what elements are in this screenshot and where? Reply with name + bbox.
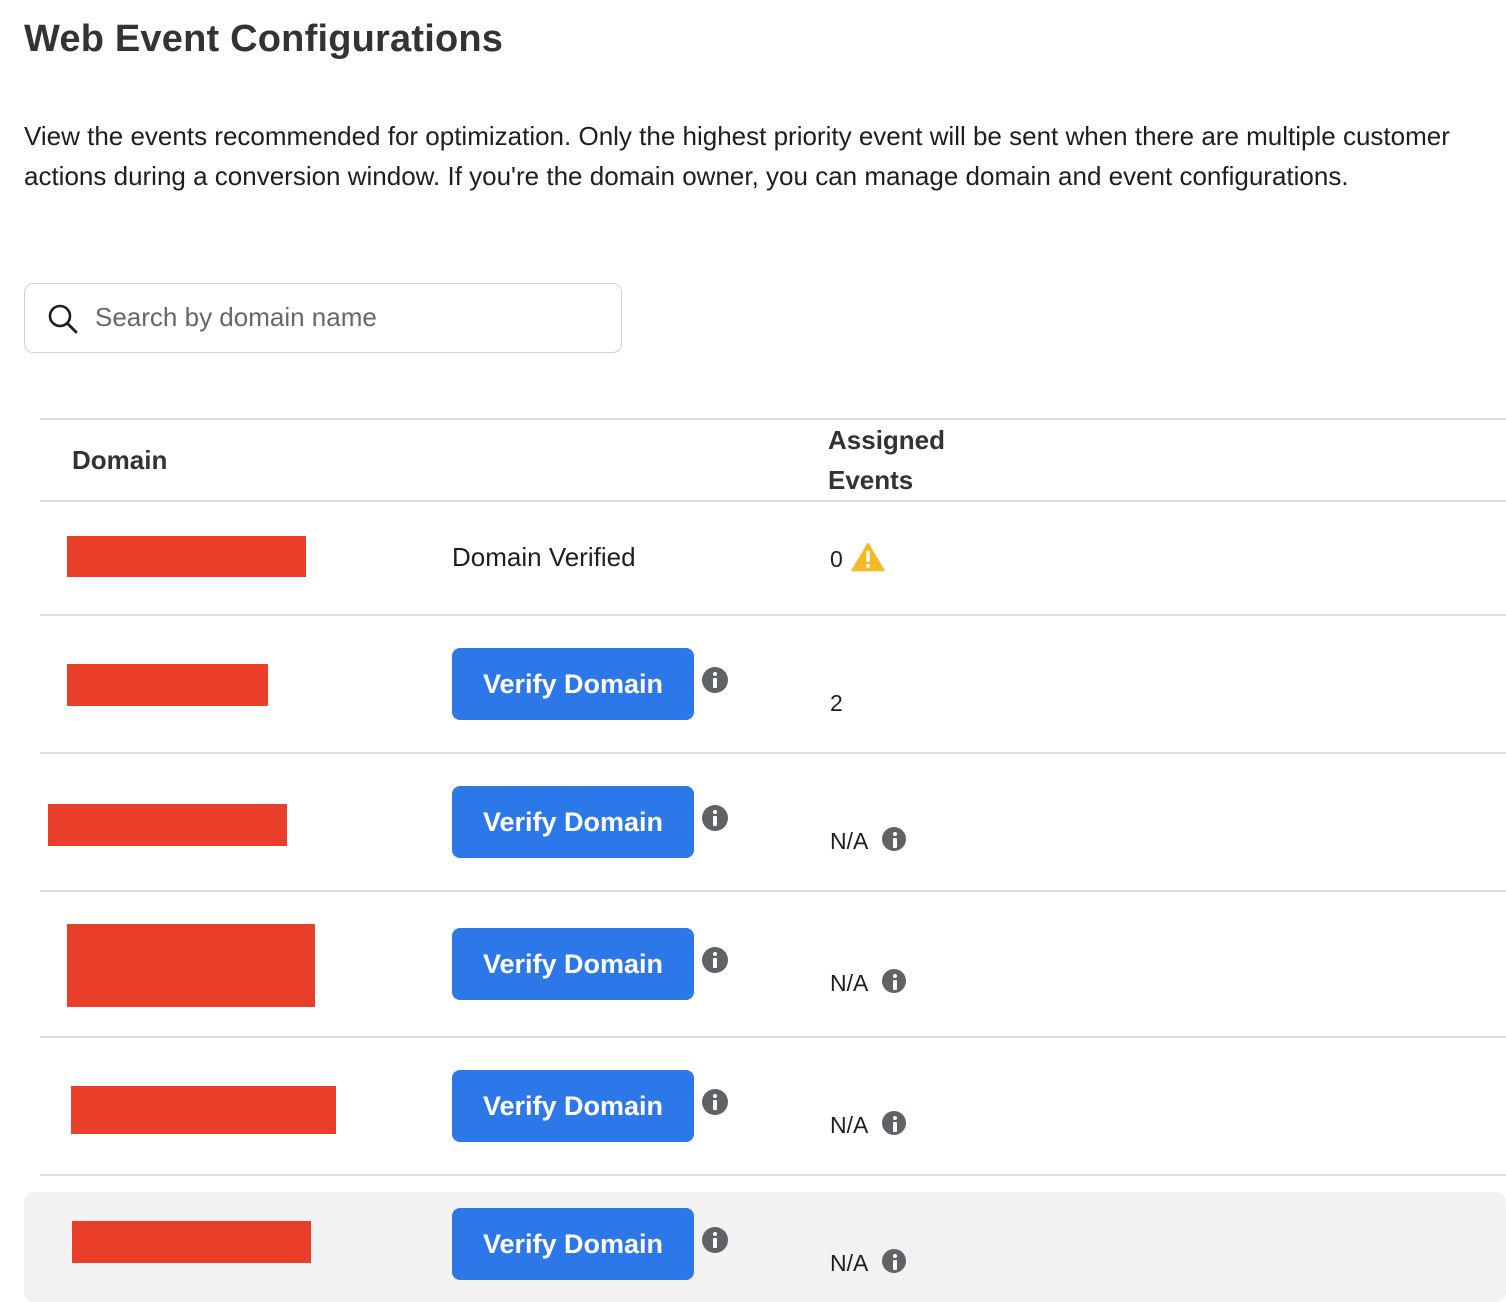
page-description: View the events recommended for optimiza…	[24, 121, 1450, 191]
assigned-events-info-icon[interactable]	[882, 969, 906, 993]
assigned-events-info-icon[interactable]	[882, 1111, 906, 1135]
table-top-divider	[40, 418, 1506, 420]
table-row: Verify Domain N/A	[40, 1038, 1506, 1174]
redacted-domain-name	[72, 1221, 311, 1263]
redacted-domain-name	[71, 1086, 336, 1134]
redacted-domain-name	[48, 804, 287, 846]
table-row: Verify Domain N/A	[40, 754, 1506, 890]
warning-icon	[851, 542, 885, 572]
row-divider	[40, 1174, 1506, 1176]
verify-domain-info-icon[interactable]	[702, 667, 728, 693]
column-header-domain: Domain	[72, 445, 168, 475]
redacted-domain-name	[67, 536, 306, 577]
assigned-events-count: N/A	[830, 970, 869, 996]
assigned-events-count: N/A	[830, 1112, 869, 1138]
verify-domain-info-icon[interactable]	[702, 947, 728, 973]
table-row-hovered[interactable]: Verify Domain N/A	[24, 1192, 1506, 1302]
verify-domain-button[interactable]: Verify Domain	[452, 786, 694, 858]
assigned-events-count: 0	[830, 546, 843, 572]
search-box[interactable]	[24, 283, 622, 353]
assigned-events-info-icon[interactable]	[882, 1249, 906, 1273]
verify-domain-button[interactable]: Verify Domain	[452, 648, 694, 720]
table-row: Domain Verified 0	[40, 502, 1506, 614]
assigned-events-count: N/A	[830, 1250, 869, 1276]
verify-domain-button[interactable]: Verify Domain	[452, 1208, 694, 1280]
verify-domain-info-icon[interactable]	[702, 1227, 728, 1253]
search-input[interactable]	[95, 284, 605, 351]
assigned-events-count: 2	[830, 690, 843, 716]
search-icon	[48, 304, 78, 334]
assigned-events-info-icon[interactable]	[882, 827, 906, 851]
verify-domain-button[interactable]: Verify Domain	[452, 1070, 694, 1142]
redacted-domain-name	[67, 924, 315, 1007]
web-event-configurations-page: Web Event Configurations View the events…	[0, 0, 1506, 1302]
table-row: Verify Domain N/A	[40, 892, 1506, 1036]
domain-verified-status: Domain Verified	[452, 542, 636, 572]
verify-domain-button[interactable]: Verify Domain	[452, 928, 694, 1000]
assigned-events-count: N/A	[830, 828, 869, 854]
table-row: Verify Domain 2	[40, 616, 1506, 752]
column-header-assigned-events: Assigned Events	[828, 425, 946, 495]
page-title: Web Event Configurations	[24, 18, 504, 60]
verify-domain-info-icon[interactable]	[702, 1089, 728, 1115]
verify-domain-info-icon[interactable]	[702, 805, 728, 831]
redacted-domain-name	[67, 664, 268, 706]
